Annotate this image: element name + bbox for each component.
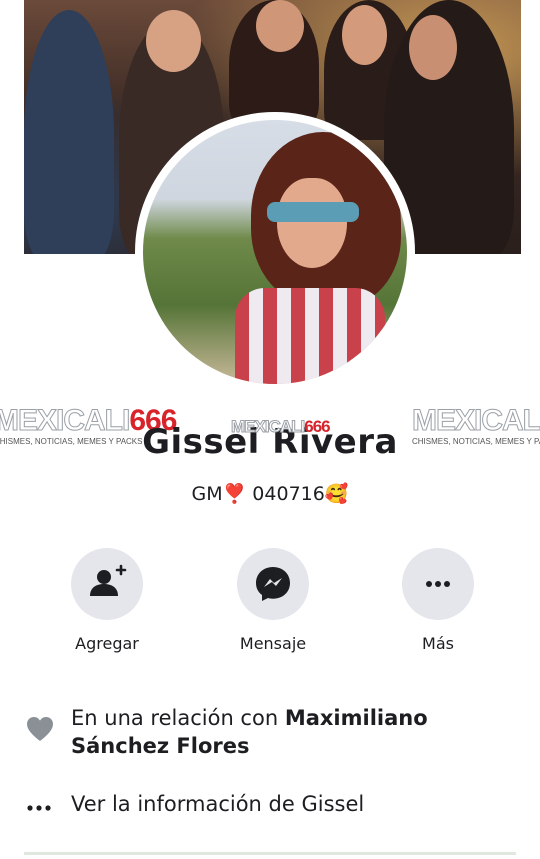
section-divider (24, 852, 516, 855)
more-button[interactable]: Más (378, 548, 498, 653)
message-label: Mensaje (239, 634, 307, 653)
profile-picture[interactable] (143, 120, 407, 384)
dots-icon (26, 798, 54, 817)
messenger-icon[interactable] (237, 548, 309, 620)
relationship-text: En una relación con Maximiliano Sánchez … (71, 704, 491, 760)
profile-bio: GM❣️ 040716🥰 (191, 483, 349, 505)
message-button[interactable]: Mensaje (213, 548, 333, 653)
heart-icon (26, 716, 54, 746)
add-friend-icon[interactable] (71, 548, 143, 620)
watermark-center: MEXICALI666 (230, 417, 330, 436)
more-label: Más (422, 634, 454, 653)
relationship-prefix: En una relación con (71, 706, 285, 730)
more-icon[interactable] (402, 548, 474, 620)
about-info-text: Ver la información de Gissel (71, 792, 365, 816)
add-friend-label: Agregar (75, 634, 139, 653)
add-friend-button[interactable]: Agregar (47, 548, 167, 653)
